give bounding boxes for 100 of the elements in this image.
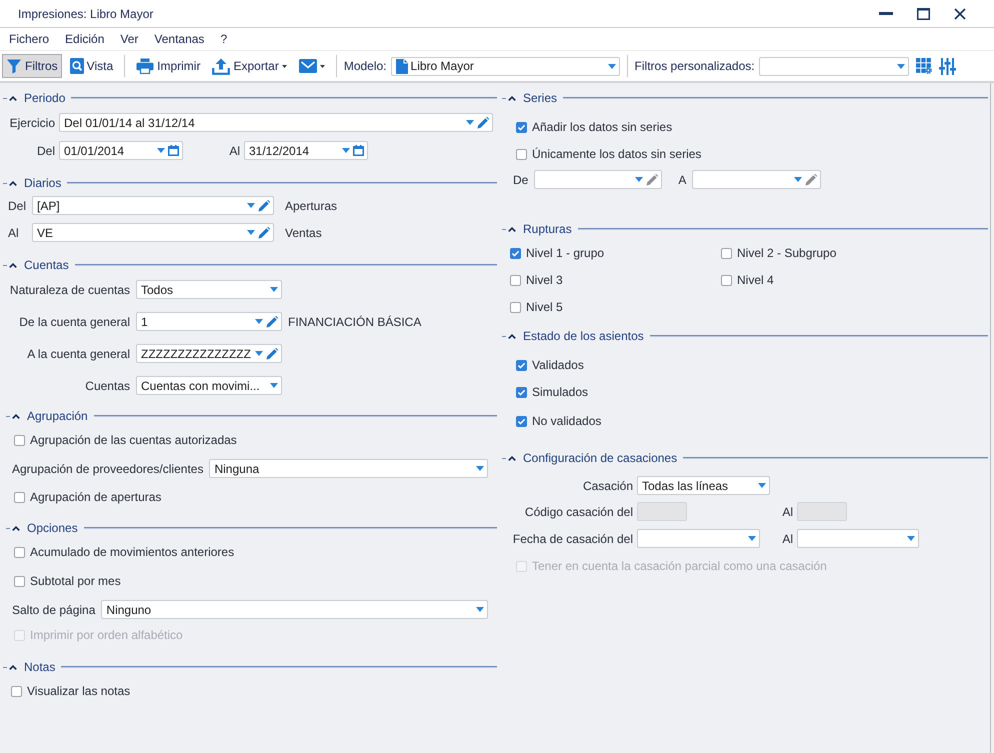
section-title: Cuentas xyxy=(24,258,69,272)
menu-item[interactable]: Edición xyxy=(57,28,112,50)
dropdown-field[interactable]: Libro Mayor xyxy=(390,56,620,76)
checkbox-label: Nivel 2 - Subgrupo xyxy=(737,246,836,260)
checkbox[interactable] xyxy=(510,274,521,286)
checkbox[interactable] xyxy=(510,302,521,312)
toolbar-button[interactable]: Exportar xyxy=(208,54,291,78)
dropdown-field[interactable]: Todas las líneas xyxy=(637,476,770,495)
toolbar-button[interactable]: Vista xyxy=(66,54,118,78)
toolbar-button[interactable]: Imprimir xyxy=(132,54,204,78)
section-title: Agrupación xyxy=(27,409,88,423)
checkbox[interactable] xyxy=(516,386,527,398)
menu-item[interactable]: Ver xyxy=(112,28,146,50)
menu-item[interactable]: Ventanas xyxy=(146,28,212,50)
section-title: Rupturas xyxy=(523,222,572,236)
checkbox-label: Agrupación de las cuentas autorizadas xyxy=(30,433,237,447)
chevron-up-icon[interactable] xyxy=(12,526,20,530)
checkbox-label: Visualizar las notas xyxy=(27,684,130,698)
checkbox-label: Tener en cuenta la casación parcial como una casación xyxy=(532,559,827,573)
checkbox[interactable] xyxy=(516,360,527,370)
section-title: Series xyxy=(523,91,558,105)
maximize-icon[interactable] xyxy=(917,8,930,20)
date-field[interactable]: 01/01/2014 xyxy=(59,141,183,160)
dropdown-field[interactable]: ZZZZZZZZZZZZZZZ xyxy=(136,344,282,363)
checkbox-label: Nivel 4 xyxy=(737,273,774,287)
dropdown-field[interactable]: VE xyxy=(32,223,274,242)
pencil-icon[interactable] xyxy=(266,348,278,360)
chevron-up-icon[interactable] xyxy=(508,226,516,232)
checkbox-label: Únicamente los datos sin series xyxy=(532,147,702,161)
section-title: Opciones xyxy=(27,521,78,535)
calendar-icon[interactable] xyxy=(168,145,179,156)
grid-gear-icon[interactable] xyxy=(916,58,932,74)
checkbox-label: Agrupación de aperturas xyxy=(30,490,162,504)
toolbar-button[interactable]: Filtros xyxy=(2,54,62,78)
dropdown-field[interactable]: 1 xyxy=(136,312,282,331)
chevron-up-icon[interactable] xyxy=(9,96,17,100)
sliders-icon[interactable] xyxy=(938,58,956,74)
dropdown-field[interactable] xyxy=(534,170,662,189)
checkbox[interactable] xyxy=(14,546,25,558)
chevron-up-icon[interactable] xyxy=(9,180,17,186)
section-title: Diarios xyxy=(24,176,62,190)
checkbox-label: Acumulado de movimientos anteriores xyxy=(30,545,234,559)
field-label: Cuentas xyxy=(84,378,130,392)
dropdown-field[interactable]: Cuentas con movimi... xyxy=(136,376,282,395)
caret-icon[interactable] xyxy=(282,64,287,68)
chevron-up-icon[interactable] xyxy=(9,262,17,268)
document-icon xyxy=(396,58,408,74)
field-label: Fecha de casación del xyxy=(512,532,633,546)
checkbox-label: No validados xyxy=(532,414,602,428)
magnifier-icon xyxy=(70,58,84,74)
calendar-icon[interactable] xyxy=(353,145,364,156)
menu-item[interactable]: Fichero xyxy=(1,28,58,50)
checkbox-label: Simulados xyxy=(532,385,588,399)
dropdown-field[interactable]: Todos xyxy=(136,280,282,299)
chevron-up-icon[interactable] xyxy=(12,414,20,418)
pencil-icon[interactable] xyxy=(646,174,658,186)
pencil-icon[interactable] xyxy=(258,226,270,238)
checkbox[interactable] xyxy=(721,248,732,258)
dropdown-field[interactable] xyxy=(692,170,822,189)
checkbox[interactable] xyxy=(11,686,22,696)
checkbox[interactable] xyxy=(14,434,25,446)
checkbox[interactable] xyxy=(721,274,732,286)
date-field[interactable] xyxy=(637,529,760,548)
chevron-up-icon[interactable] xyxy=(9,664,17,670)
field-label: Ejercicio xyxy=(8,116,55,130)
field-label: Al xyxy=(228,144,240,158)
checkbox-label: Validados xyxy=(532,358,584,372)
field-label: Del xyxy=(8,198,28,212)
pencil-icon[interactable] xyxy=(266,316,278,328)
field-label: A xyxy=(677,172,686,186)
dropdown-field[interactable] xyxy=(758,56,909,76)
checkbox[interactable] xyxy=(516,122,527,132)
caret-icon[interactable] xyxy=(320,64,325,68)
date-field[interactable]: 31/12/2014 xyxy=(244,141,368,160)
menu-item[interactable]: ? xyxy=(212,28,236,50)
field-label: Del xyxy=(36,144,55,158)
checkbox[interactable] xyxy=(14,492,25,502)
chevron-up-icon[interactable] xyxy=(508,96,516,100)
checkbox-label: Añadir los datos sin series xyxy=(532,120,672,134)
pencil-icon[interactable] xyxy=(805,174,818,186)
field-label: Filtros personalizados: xyxy=(634,59,755,73)
dropdown-field[interactable]: Del 01/01/14 al 31/12/14 xyxy=(59,113,493,132)
dropdown-field[interactable]: Ninguno xyxy=(101,600,488,619)
checkbox[interactable] xyxy=(14,576,25,586)
checkbox-label: Imprimir por orden alfabético xyxy=(30,628,183,642)
checkbox[interactable] xyxy=(510,248,521,258)
close-icon[interactable] xyxy=(954,8,966,20)
dropdown-field[interactable]: Ninguna xyxy=(209,459,488,478)
pencil-icon[interactable] xyxy=(477,116,489,128)
dropdown-field[interactable]: [AP] xyxy=(32,196,274,215)
field-label: Naturaleza de cuentas xyxy=(8,282,130,296)
upload-icon xyxy=(212,58,230,74)
checkbox-label: Subtotal por mes xyxy=(30,574,121,588)
checkbox[interactable] xyxy=(516,148,527,160)
checkbox[interactable] xyxy=(516,416,527,426)
chevron-up-icon[interactable] xyxy=(508,456,516,460)
date-field[interactable] xyxy=(797,529,919,548)
pencil-icon[interactable] xyxy=(258,200,270,212)
section-title: Notas xyxy=(24,660,56,674)
chevron-up-icon[interactable] xyxy=(508,334,516,338)
